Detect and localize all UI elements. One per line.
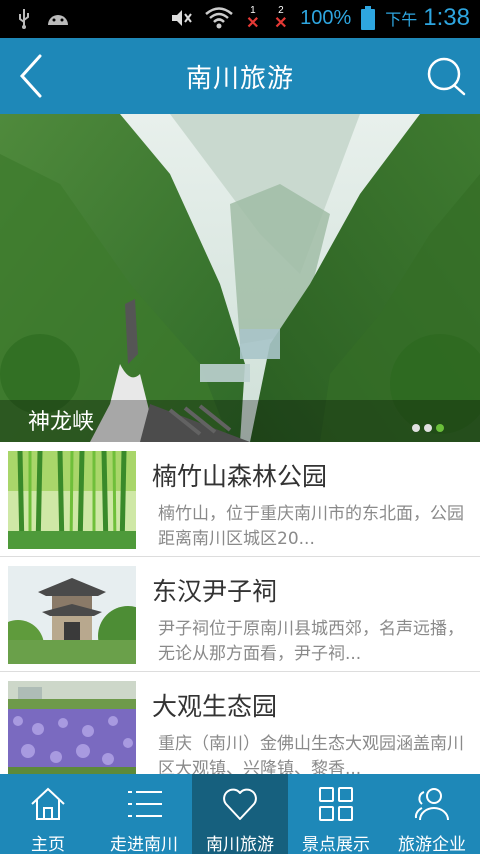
- item-description: 重庆（南川）金佛山生态大观园涵盖南川区大观镇、兴隆镇、黎香...: [158, 734, 464, 774]
- item-description: 尹子祠位于原南川县城西郊，名声远播，无论从那方面看，尹子祠...: [158, 619, 464, 664]
- carousel-dot[interactable]: [412, 424, 420, 432]
- carousel-indicator: [412, 424, 444, 432]
- lavender-field-thumbnail: [8, 681, 136, 774]
- tab-travel-companies[interactable]: 旅游企业: [384, 774, 480, 854]
- time-period: 下午: [385, 10, 418, 29]
- mute-icon: [172, 10, 192, 26]
- grid-icon: [319, 787, 353, 821]
- heart-icon: [223, 788, 257, 820]
- list-icon: [128, 791, 162, 817]
- android-icon: [48, 15, 68, 25]
- carousel-dot[interactable]: [424, 424, 432, 432]
- list-item[interactable]: 楠竹山森林公园 楠竹山，位于重庆南川市的东北面，公园距离南川区城区20...: [0, 442, 480, 557]
- tab-label: 主页: [31, 835, 65, 854]
- tab-label: 旅游企业: [398, 835, 466, 854]
- list-item[interactable]: 大观生态园 重庆（南川）金佛山生态大观园涵盖南川区大观镇、兴隆镇、黎香...: [0, 672, 480, 774]
- banner-image: [0, 114, 480, 442]
- status-bar: 1 ✕ 2 ✕ 100% 下午 1:38: [0, 0, 480, 38]
- search-button[interactable]: [418, 46, 474, 106]
- carousel-dot-active[interactable]: [436, 424, 444, 432]
- battery-percent: 100%: [300, 6, 352, 29]
- sim1-no-signal-icon: 1 ✕: [246, 5, 260, 32]
- tab-scenic-spots[interactable]: 景点展示: [288, 774, 384, 854]
- banner-caption: 神龙峡: [28, 410, 95, 435]
- users-icon: [414, 788, 449, 821]
- bamboo-forest-thumbnail: [8, 451, 136, 549]
- item-title: 东汉尹子祠: [152, 577, 278, 606]
- wifi-icon: [205, 7, 233, 29]
- list-item[interactable]: 东汉尹子祠 尹子祠位于原南川县城西郊，名声远播，无论从那方面看，尹子祠...: [0, 557, 480, 672]
- item-title: 楠竹山森林公园: [152, 462, 328, 491]
- clock: 1:38: [423, 4, 470, 31]
- tab-nanchuan-travel[interactable]: 南川旅游: [192, 774, 288, 854]
- banner-caption-bar: 神龙峡: [0, 400, 480, 442]
- battery-icon: [361, 6, 376, 30]
- tab-label: 景点展示: [302, 835, 370, 854]
- pavilion-thumbnail: [8, 566, 136, 664]
- banner-carousel[interactable]: 神龙峡: [0, 114, 480, 442]
- usb-icon: [19, 9, 29, 29]
- app-bar: 南川旅游: [0, 38, 480, 114]
- tab-label: 走进南川: [110, 835, 178, 854]
- bottom-nav: 主页 走进南川 南川旅游 景点展示 旅游企业: [0, 774, 480, 854]
- tab-home[interactable]: 主页: [0, 774, 96, 854]
- attraction-list: 楠竹山森林公园 楠竹山，位于重庆南川市的东北面，公园距离南川区城区20... 东…: [0, 442, 480, 774]
- page-title: 南川旅游: [185, 64, 294, 94]
- tab-label: 南川旅游: [206, 835, 274, 854]
- item-title: 大观生态园: [152, 692, 278, 721]
- search-icon: [427, 57, 466, 96]
- item-description: 楠竹山，位于重庆南川市的东北面，公园距离南川区城区20...: [158, 504, 464, 549]
- home-icon: [31, 787, 65, 820]
- sim2-no-signal-icon: 2 ✕: [274, 5, 288, 32]
- tab-about-nanchuan[interactable]: 走进南川: [96, 774, 192, 854]
